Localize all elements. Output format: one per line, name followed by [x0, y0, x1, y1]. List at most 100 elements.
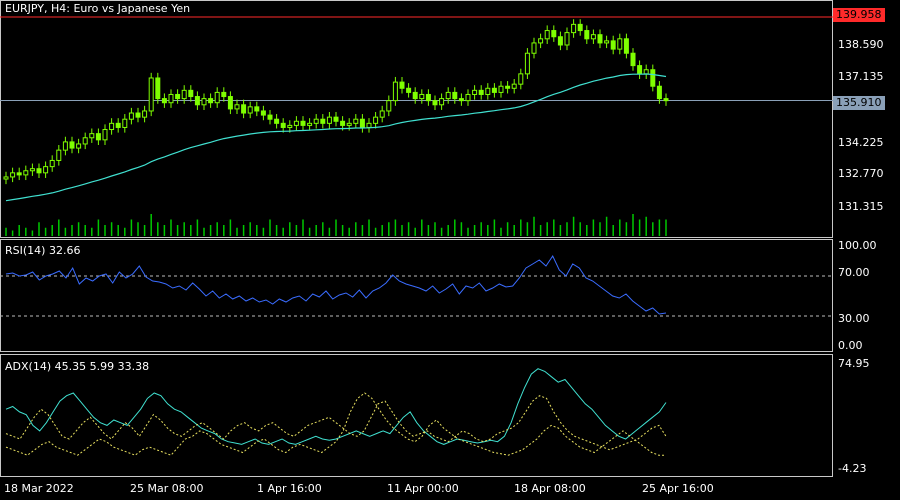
candle-body — [571, 23, 577, 34]
candle-body — [267, 114, 273, 120]
candle-body — [524, 52, 530, 75]
candle-body — [412, 91, 418, 100]
candle-body — [43, 166, 49, 174]
candle-body — [313, 118, 319, 124]
candle-body — [293, 120, 299, 126]
candle-body — [551, 30, 557, 38]
candle-body — [16, 172, 22, 176]
main-y-tick: 137.135 — [838, 70, 884, 83]
candle-body — [452, 91, 458, 100]
main-y-tick: 134.225 — [838, 136, 884, 149]
candle-body — [564, 32, 570, 46]
time-label: 1 Apr 16:00 — [257, 482, 322, 495]
candle-body — [148, 77, 154, 112]
candle-body — [3, 176, 9, 180]
rsi-canvas[interactable] — [0, 239, 833, 352]
candle-body — [56, 149, 62, 161]
candle-body — [505, 85, 511, 89]
candle-body — [637, 65, 643, 75]
candle-body — [168, 93, 174, 104]
candle-body — [274, 118, 280, 124]
candle-body — [425, 93, 431, 102]
candle-body — [379, 110, 385, 118]
current-price-tag: 135.910 — [833, 96, 885, 110]
candle-body — [102, 129, 108, 141]
candle-body — [89, 133, 95, 139]
candle-body — [307, 122, 313, 126]
candle-body — [577, 23, 583, 32]
candle-body — [247, 106, 253, 114]
candle-body — [300, 120, 306, 126]
candle-body — [280, 122, 286, 128]
candle-body — [10, 172, 16, 178]
adx-panel[interactable]: ADX(14) 45.35 5.99 33.38 74.95 -4.23 — [0, 354, 900, 477]
candle-body — [485, 87, 491, 95]
candle-body — [630, 52, 636, 67]
candle-body — [617, 38, 623, 50]
candle-body — [161, 98, 167, 104]
time-label: 11 Apr 00:00 — [387, 482, 459, 495]
time-label: 18 Mar 2022 — [4, 482, 74, 495]
adx-y-tick: 74.95 — [838, 357, 870, 370]
candle-body — [234, 104, 240, 110]
candle-body — [478, 89, 484, 95]
main-y-tick: 132.770 — [838, 167, 884, 180]
candle-body — [511, 83, 517, 89]
rsi-panel[interactable]: RSI(14) 32.66 100.00 70.00 30.00 0.00 — [0, 239, 900, 352]
candle-body — [346, 122, 352, 126]
candle-body — [260, 110, 266, 116]
candle-body — [458, 98, 464, 102]
candle-body — [128, 112, 134, 120]
candle-body — [557, 36, 563, 46]
time-label: 25 Apr 16:00 — [642, 482, 714, 495]
candle-body — [538, 38, 544, 44]
main-y-tick: 138.590 — [838, 38, 884, 51]
main-chart-panel[interactable]: EURJPY, H4: Euro vs Japanese Yen 139.958… — [0, 0, 900, 238]
candle-body — [333, 116, 339, 122]
candle-body — [650, 69, 656, 87]
candle-body — [518, 73, 524, 85]
candle-body — [227, 96, 233, 110]
main-chart-title: EURJPY, H4: Euro vs Japanese Yen — [5, 2, 191, 15]
candle-body — [175, 93, 181, 100]
main-chart-canvas[interactable] — [0, 0, 833, 238]
candle-body — [544, 30, 550, 40]
candle-body — [359, 118, 365, 128]
candle-body — [386, 100, 392, 112]
candle-body — [366, 122, 372, 128]
candle-body — [353, 118, 359, 124]
rsi-y-tick: 100.00 — [838, 239, 877, 252]
candle-body — [221, 91, 227, 98]
candle-body — [208, 98, 214, 104]
candle-body — [320, 118, 326, 124]
candle-body — [340, 120, 346, 126]
candle-body — [49, 159, 55, 168]
candle-body — [115, 122, 121, 128]
candle-body — [62, 141, 68, 151]
candle-body — [373, 116, 379, 124]
rsi-line — [5, 254, 667, 315]
adx-y-tick: -4.23 — [838, 462, 867, 475]
candle-body — [590, 34, 596, 40]
candle-body — [439, 98, 445, 106]
adx-title: ADX(14) 45.35 5.99 33.38 — [5, 360, 150, 373]
candle-body — [69, 141, 75, 149]
candle-body — [254, 106, 260, 112]
candle-body — [531, 42, 537, 54]
time-label: 18 Apr 08:00 — [514, 482, 586, 495]
candle-body — [610, 40, 616, 50]
candle-body — [419, 93, 425, 100]
candle-body — [76, 143, 82, 149]
candle-body — [656, 85, 662, 100]
candle-body — [142, 110, 148, 118]
candle-body — [122, 118, 128, 128]
rsi-title: RSI(14) 32.66 — [5, 244, 81, 257]
candle-body — [399, 81, 405, 89]
candle-body — [406, 87, 412, 93]
candle-body — [23, 170, 29, 176]
candle-body — [188, 89, 194, 98]
candle-body — [82, 137, 88, 145]
candle-body — [181, 89, 187, 100]
candle-body — [36, 168, 42, 174]
candle-body — [214, 91, 220, 104]
